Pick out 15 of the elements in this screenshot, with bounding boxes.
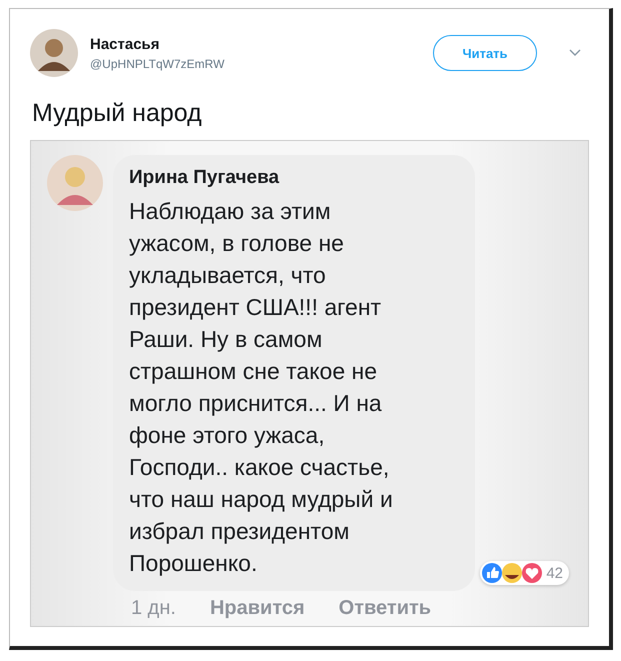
commenter-avatar	[47, 155, 103, 211]
tweet-text: Мудрый народ	[32, 99, 203, 128]
chevron-down-icon[interactable]	[569, 49, 581, 57]
author-name[interactable]: Настасья	[90, 36, 421, 52]
reaction-count: 42	[546, 564, 563, 582]
avatar[interactable]	[30, 29, 78, 77]
author-handle[interactable]: @UpHNPLTqW7zEmRW	[90, 56, 421, 70]
reaction-icons	[481, 562, 544, 584]
comment-time: 1 дн.	[131, 597, 176, 620]
comment-action-link[interactable]: Нравится	[210, 597, 305, 620]
comment-text: Наблюдаю за этим ужасом, в голове не укладывается, что президент США!!! агент Раши. Ну в самом страшном сне такое не могло приснится... И на фоне этого ужаса, Господи.. какое счастье, что наш народ мудрый и избрал президентом Порошенко.	[129, 197, 394, 578]
follow-button[interactable]: Читать	[433, 35, 537, 71]
reactions-pill[interactable]: 42	[480, 561, 569, 585]
commenter-name: Ирина Пугачева	[129, 167, 280, 189]
comment-action-link[interactable]: Ответить	[338, 597, 432, 620]
